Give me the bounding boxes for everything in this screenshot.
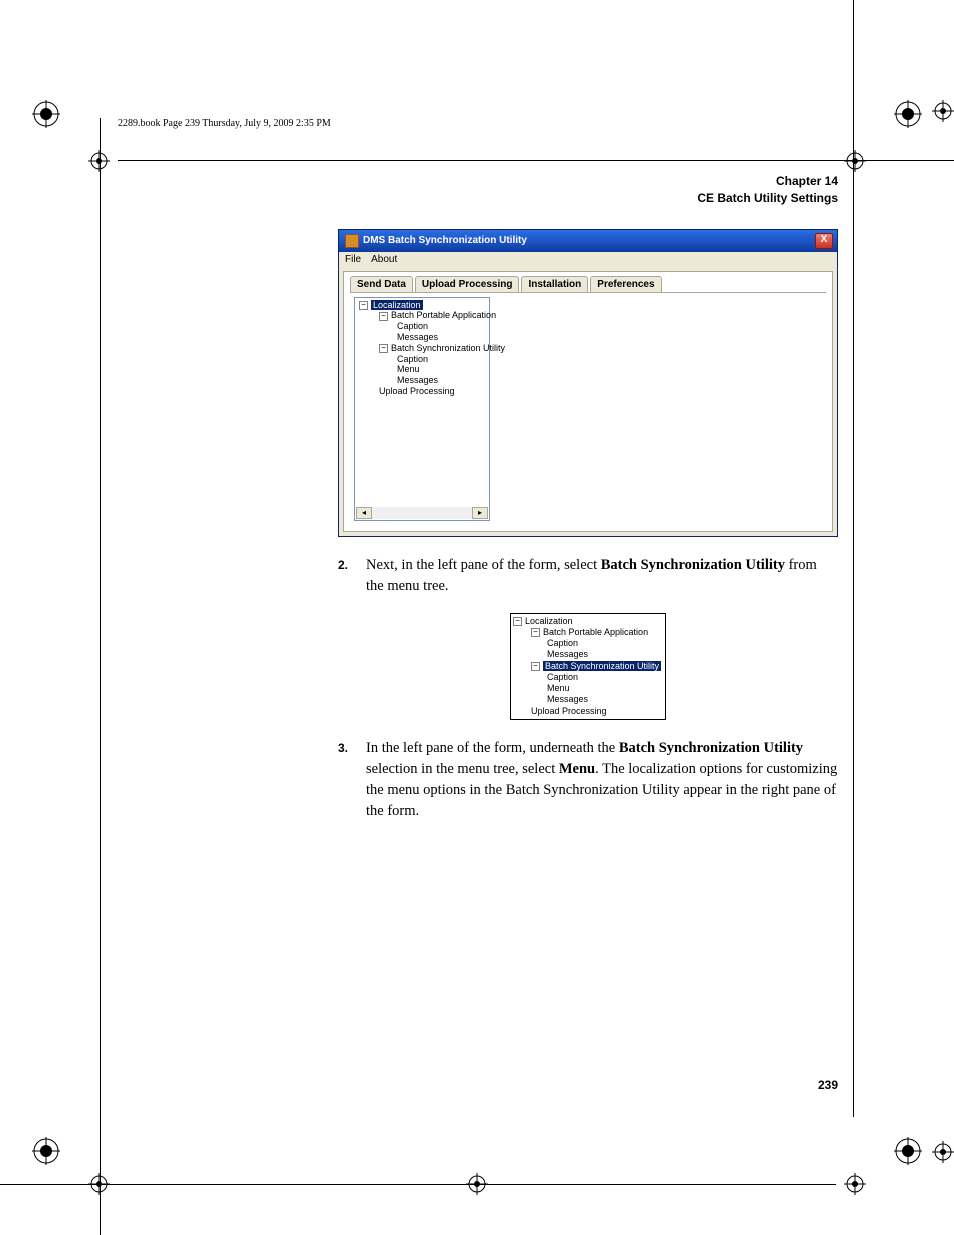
mini-row-bpa: −Batch Portable Application — [513, 627, 663, 638]
page-content: 2289.book Page 239 Thursday, July 9, 200… — [118, 118, 838, 822]
mini-row-messages2: Messages — [513, 694, 663, 705]
menubar: File About — [339, 252, 837, 267]
tab-send-data[interactable]: Send Data — [350, 276, 413, 292]
tree-row-messages[interactable]: Messages — [357, 332, 487, 343]
crop-line — [0, 1184, 836, 1185]
reg-mark-icon — [844, 1173, 866, 1195]
reg-mark-icon — [932, 100, 954, 122]
tree-row-bsu[interactable]: −Batch Synchronization Utility — [357, 343, 487, 354]
crop-mark-bl — [32, 1137, 60, 1165]
window-title: DMS Batch Synchronization Utility — [363, 235, 811, 246]
chapter-header: Chapter 14 CE Batch Utility Settings — [118, 173, 838, 207]
app-icon — [345, 234, 359, 248]
step-text: In the left pane of the form, underneath… — [366, 738, 838, 822]
dialog-body: Send Data Upload Processing Installation… — [343, 271, 833, 532]
crop-mark-br — [894, 1137, 922, 1165]
mini-row-caption: Caption — [513, 638, 663, 649]
tab-content: −Localization −Batch Portable Applicatio… — [350, 292, 826, 525]
mini-row-bsu: −Batch Synchronization Utility — [513, 661, 663, 672]
step-3: 3. In the left pane of the form, underne… — [338, 738, 838, 822]
step-number: 2. — [338, 555, 352, 597]
page-number: 239 — [818, 1078, 838, 1092]
book-meta-line: 2289.book Page 239 Thursday, July 9, 200… — [118, 118, 838, 129]
collapse-icon: − — [531, 662, 540, 671]
chapter-title: CE Batch Utility Settings — [118, 190, 838, 207]
reg-mark-icon — [88, 150, 110, 172]
mini-tree-figure: −Localization −Batch Portable Applicatio… — [510, 613, 666, 720]
scroll-track[interactable] — [372, 507, 472, 519]
windows-dialog: DMS Batch Synchronization Utility X File… — [338, 229, 838, 537]
tree-row-caption[interactable]: Caption — [357, 321, 487, 332]
step-2: 2. Next, in the left pane of the form, s… — [338, 555, 838, 597]
crop-mark-tr — [894, 100, 922, 128]
menu-about[interactable]: About — [371, 254, 397, 265]
reg-mark-icon — [932, 1141, 954, 1163]
crop-mark-tl — [32, 100, 60, 128]
menu-file[interactable]: File — [345, 254, 361, 265]
mini-row-menu: Menu — [513, 683, 663, 694]
crop-line — [853, 0, 854, 1117]
collapse-icon: − — [513, 617, 522, 626]
tree-row-upload[interactable]: Upload Processing — [357, 386, 487, 397]
chapter-number: Chapter 14 — [118, 173, 838, 190]
titlebar: DMS Batch Synchronization Utility X — [339, 230, 837, 252]
tab-preferences[interactable]: Preferences — [590, 276, 661, 292]
tab-upload-processing[interactable]: Upload Processing — [415, 276, 520, 292]
scroll-left-button[interactable]: ◂ — [356, 507, 372, 519]
mini-row-localization: −Localization — [513, 616, 663, 627]
tree-row-bpa[interactable]: −Batch Portable Application — [357, 310, 487, 321]
collapse-icon[interactable]: − — [379, 312, 388, 321]
mini-row-upload: Upload Processing — [513, 706, 663, 717]
step-text: Next, in the left pane of the form, sele… — [366, 555, 838, 597]
reg-mark-icon — [844, 150, 866, 172]
tree-row-messages2[interactable]: Messages — [357, 375, 487, 386]
crop-line — [100, 118, 101, 1235]
mini-row-messages: Messages — [513, 649, 663, 660]
collapse-icon[interactable]: − — [379, 344, 388, 353]
collapse-icon: − — [531, 628, 540, 637]
tree-pane: −Localization −Batch Portable Applicatio… — [354, 297, 490, 521]
close-button[interactable]: X — [815, 233, 833, 249]
collapse-icon[interactable]: − — [359, 301, 368, 310]
tab-installation[interactable]: Installation — [521, 276, 588, 292]
scroll-right-button[interactable]: ▸ — [472, 507, 488, 519]
tree-scrollbar: ◂ ▸ — [356, 507, 488, 519]
tree-row-caption2[interactable]: Caption — [357, 354, 487, 365]
tree-row-localization[interactable]: −Localization — [357, 300, 487, 311]
mini-row-caption2: Caption — [513, 672, 663, 683]
tree-row-menu[interactable]: Menu — [357, 364, 487, 375]
tab-bar: Send Data Upload Processing Installation… — [344, 272, 832, 292]
step-number: 3. — [338, 738, 352, 822]
